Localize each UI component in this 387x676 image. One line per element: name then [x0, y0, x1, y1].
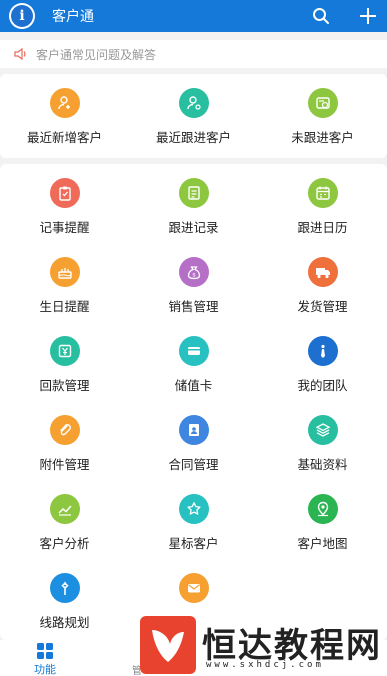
item-label: 发货管理 [297, 299, 348, 314]
app-header: i 客户通 [0, 0, 387, 32]
basic-data-item[interactable]: 基础资料 [258, 415, 387, 481]
reminder-item[interactable]: 记事提醒 [0, 178, 129, 244]
starred-customers-item[interactable]: 星标客户 [129, 494, 258, 560]
add-person-icon [49, 88, 80, 118]
follow-record-item[interactable]: 跟进记录 [129, 178, 258, 244]
stored-value-card-item[interactable]: 储值卡 [129, 336, 258, 402]
my-team-item[interactable]: 我的团队 [258, 336, 387, 402]
contract-icon [178, 415, 209, 445]
recent-customers-panel: 最近新增客户 最近跟进客户 未跟进客户 [0, 74, 387, 158]
attachment-management-item[interactable]: 附件管理 [0, 415, 129, 481]
birthday-reminder-item[interactable]: 生日提醒 [0, 257, 129, 323]
item-label: 记事提醒 [39, 220, 90, 235]
unfollowed-customers-item[interactable]: 未跟进客户 [258, 88, 387, 154]
person-follow-icon [178, 88, 209, 118]
item-label: 跟进日历 [297, 220, 348, 235]
item-label: 我的团队 [297, 378, 348, 393]
chart-line-icon [49, 494, 80, 524]
cake-icon [49, 257, 80, 287]
tab-label: 功能 [34, 663, 56, 676]
function-grid-panel: 记事提醒 跟进记录 跟进日历生日提醒 $ 销售管理 发货管理回款管理 储值卡 我的团队附件管理… [0, 164, 387, 640]
shipping-management-item[interactable]: 发货管理 [258, 257, 387, 323]
watermark-url: www.sxhdcj.com [206, 660, 324, 670]
search-icon [313, 8, 329, 24]
item-label: 未跟进客户 [291, 130, 354, 145]
mail-icon [178, 573, 209, 603]
item-label: 附件管理 [39, 457, 90, 472]
info-icon: i [11, 5, 33, 27]
calendar-icon [307, 178, 338, 208]
contract-management-item[interactable]: 合同管理 [129, 415, 258, 481]
clipboard-icon [49, 178, 80, 208]
app-logo: i [9, 3, 35, 29]
yuan-icon [49, 336, 80, 366]
search-button[interactable] [309, 4, 333, 28]
tab-functions[interactable]: 功能 [20, 642, 70, 676]
recent-new-customers-item[interactable]: 最近新增客户 [0, 88, 129, 154]
unfollowed-card-icon [307, 88, 338, 118]
item-label: 线路规划 [39, 615, 90, 630]
route-planning-item[interactable]: 线路规划 [0, 573, 129, 639]
map-pin-icon [307, 494, 338, 524]
item-label: 回款管理 [39, 378, 90, 393]
item-label: 客户分析 [39, 536, 90, 551]
truck-icon [307, 257, 338, 287]
grid-icon [37, 643, 53, 659]
faq-notice-bar[interactable]: 客户通常见问题及解答 [0, 40, 387, 68]
paperclip-icon [49, 415, 80, 445]
item-label: 合同管理 [168, 457, 219, 472]
record-icon [178, 178, 209, 208]
plus-icon [360, 8, 376, 24]
item-label: 客户地图 [297, 536, 348, 551]
follow-calendar-item[interactable]: 跟进日历 [258, 178, 387, 244]
watermark: 恒达教程网 www.sxhdcj.com [140, 612, 387, 676]
item-label: 最近跟进客户 [155, 130, 231, 145]
notice-text: 客户通常见问题及解答 [36, 47, 157, 62]
customer-map-item[interactable]: 客户地图 [258, 494, 387, 560]
speaker-icon [14, 46, 30, 62]
item-label: 储值卡 [174, 378, 213, 393]
item-label: 销售管理 [168, 299, 219, 314]
item-label: 基础资料 [297, 457, 348, 472]
item-label: 星标客户 [168, 536, 219, 551]
sales-management-item[interactable]: $ 销售管理 [129, 257, 258, 323]
team-icon [307, 336, 338, 366]
money-bag-icon: $ [178, 257, 209, 287]
route-icon [49, 573, 80, 603]
watermark-logo [140, 616, 196, 674]
add-button[interactable] [356, 4, 380, 28]
recent-followed-customers-item[interactable]: 最近跟进客户 [129, 88, 258, 154]
item-label: 最近新增客户 [26, 130, 102, 145]
item-label: 跟进记录 [168, 220, 219, 235]
customer-analysis-item[interactable]: 客户分析 [0, 494, 129, 560]
layers-icon [307, 415, 338, 445]
svg-text:$: $ [192, 273, 196, 279]
card-icon [178, 336, 209, 366]
page-title: 客户通 [52, 9, 94, 25]
item-label: 生日提醒 [39, 299, 90, 314]
star-icon [178, 494, 209, 524]
payment-management-item[interactable]: 回款管理 [0, 336, 129, 402]
